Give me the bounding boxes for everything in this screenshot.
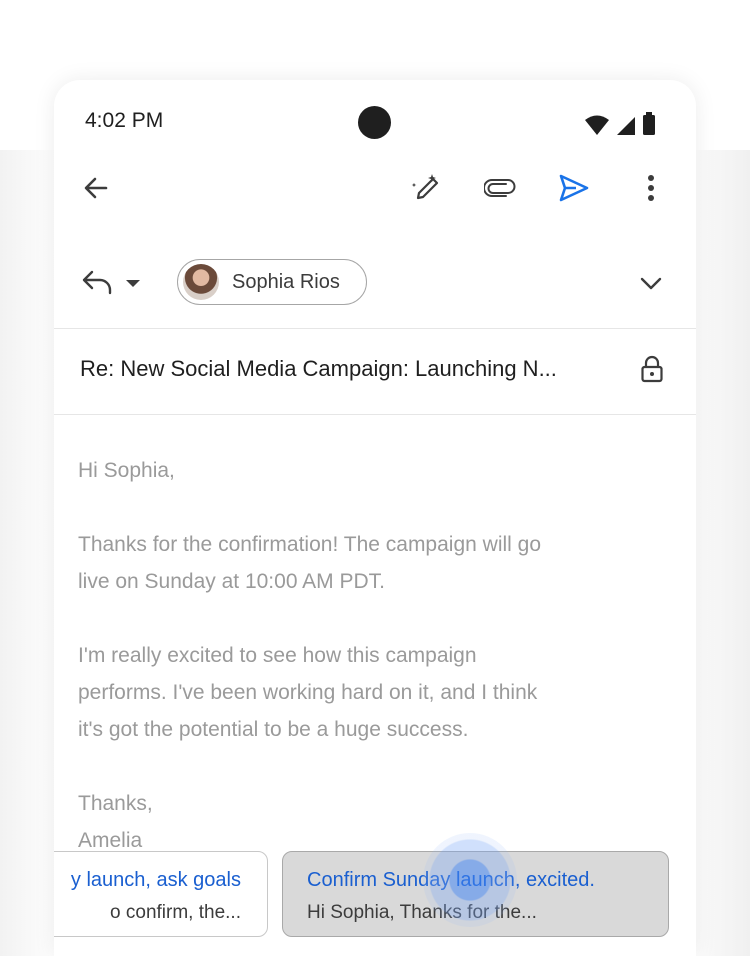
- more-options-button[interactable]: [629, 166, 673, 210]
- reply-icon: [82, 270, 112, 295]
- body-line: performs. I've been working hard on it, …: [78, 681, 538, 704]
- back-arrow-icon: [84, 177, 108, 199]
- status-icons: [584, 112, 656, 136]
- more-vert-icon: [648, 175, 654, 201]
- battery-icon: [643, 112, 655, 135]
- body-line: it's got the potential to be a huge succ…: [78, 718, 469, 741]
- camera-cutout: [358, 106, 391, 139]
- suggestion-preview: o confirm, the...: [110, 902, 241, 923]
- reply-button[interactable]: [80, 268, 114, 303]
- wifi-icon: [585, 115, 609, 135]
- phone-screen: 4:02 PM Sophia Rios Re: New Social Media…: [54, 80, 696, 956]
- recipient-name: Sophia Rios: [232, 270, 340, 293]
- chevron-down-icon: [640, 277, 662, 290]
- body-line: Thanks,: [78, 792, 153, 815]
- status-time: 4:02 PM: [85, 109, 164, 132]
- email-body[interactable]: Hi Sophia, Thanks for the confirmation! …: [78, 452, 668, 859]
- divider: [54, 414, 696, 415]
- send-button[interactable]: [552, 166, 596, 210]
- body-line: live on Sunday at 10:00 AM PDT.: [78, 570, 386, 593]
- avatar: [183, 264, 219, 300]
- recipients-row: Sophia Rios: [54, 250, 696, 322]
- reply-type-dropdown[interactable]: [124, 268, 142, 303]
- send-icon: [559, 174, 589, 202]
- expand-recipients-button[interactable]: [638, 270, 664, 301]
- help-me-write-pencil-icon: [411, 174, 439, 200]
- body-line: Thanks for the confirmation! The campaig…: [78, 533, 542, 556]
- subject-row[interactable]: Re: New Social Media Campaign: Launching…: [54, 328, 696, 414]
- suggestion-title: y launch, ask goals: [70, 869, 241, 891]
- attach-paperclip-icon: [484, 179, 516, 197]
- status-bar: 4:02 PM: [54, 80, 696, 166]
- recipient-chip[interactable]: Sophia Rios: [177, 259, 367, 305]
- body-line: I'm really excited to see how this campa…: [78, 644, 477, 667]
- back-button[interactable]: [74, 166, 118, 210]
- reply-suggestion-card[interactable]: y launch, ask goals o confirm, the...: [54, 851, 268, 937]
- attach-button[interactable]: [478, 166, 522, 210]
- subject-field[interactable]: Re: New Social Media Campaign: Launching…: [80, 356, 620, 382]
- touch-indicator: [423, 833, 517, 927]
- confidential-mode-button[interactable]: [640, 355, 664, 388]
- dropdown-caret-icon: [126, 280, 140, 287]
- compose-toolbar: [54, 166, 696, 226]
- help-me-write-button[interactable]: [405, 166, 449, 210]
- lock-icon: [641, 355, 663, 383]
- body-line: Hi Sophia,: [78, 459, 175, 482]
- cellular-signal-icon: [617, 117, 635, 135]
